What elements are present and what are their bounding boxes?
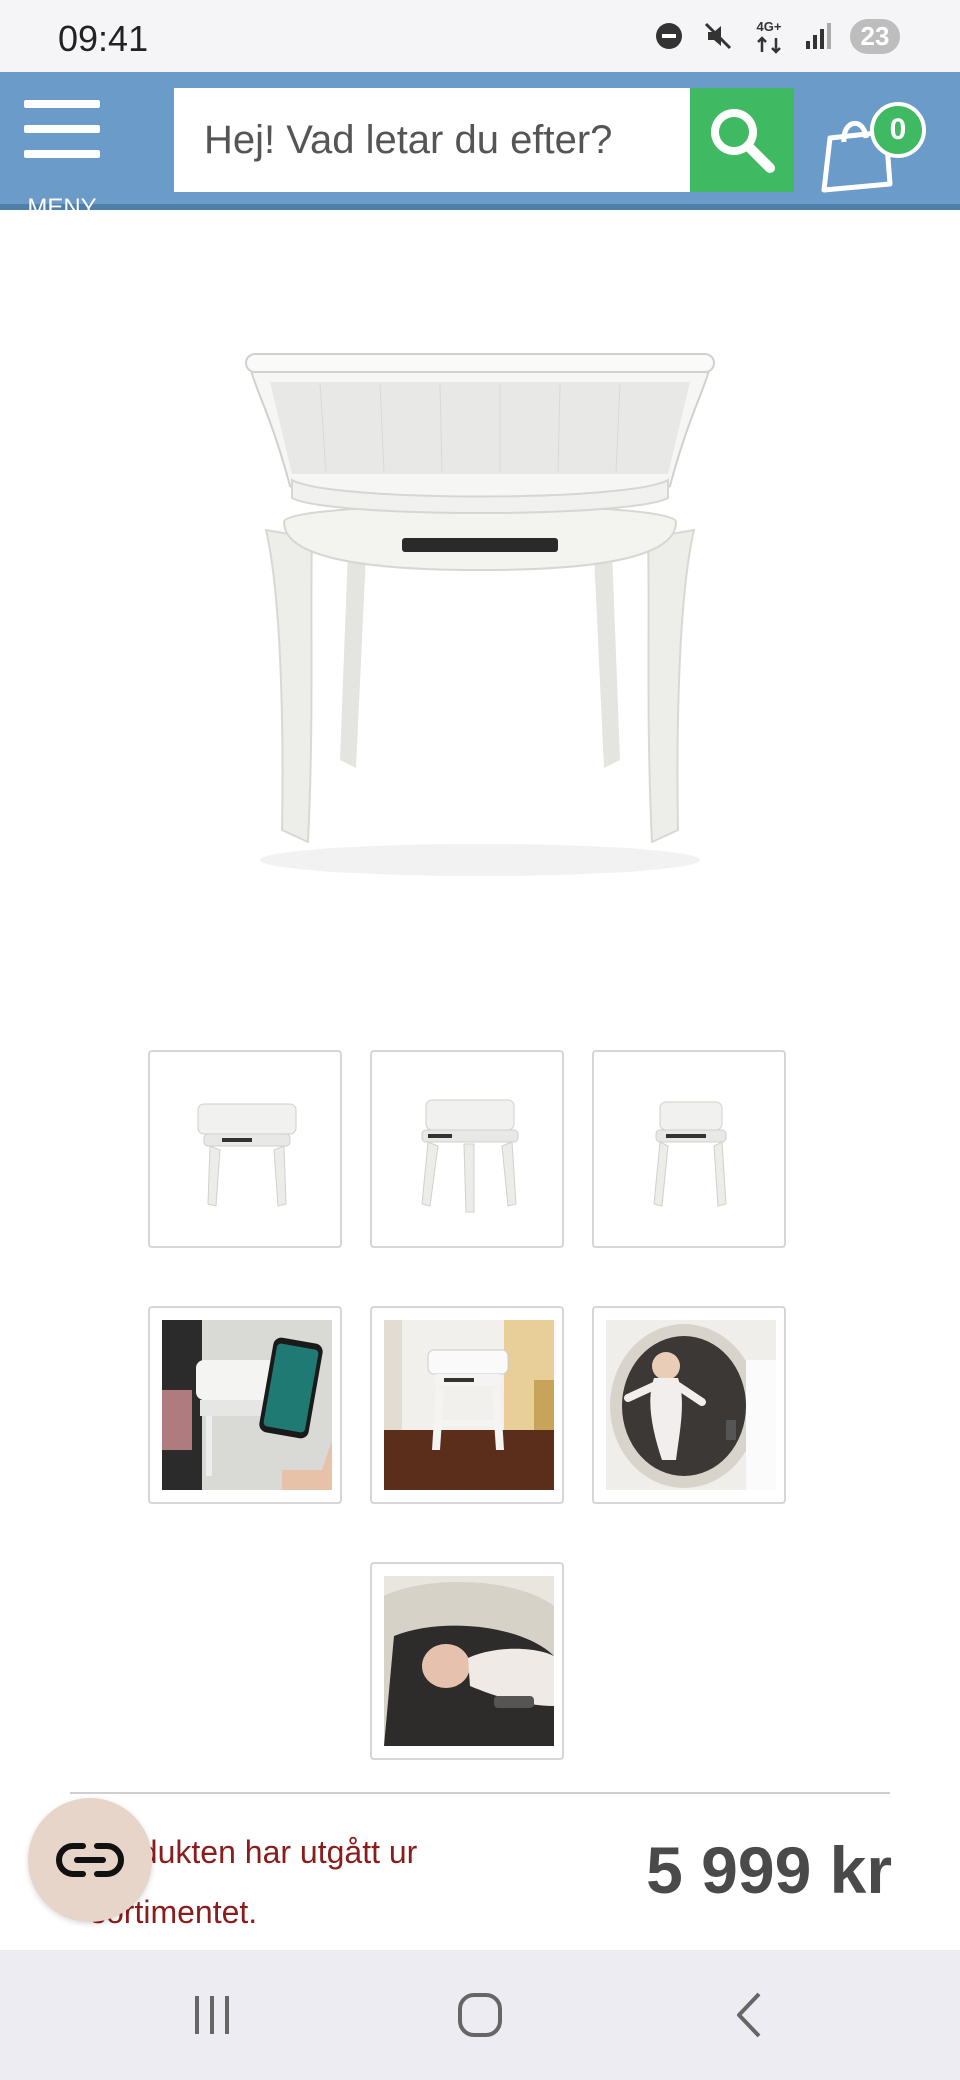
thumbnail-bassinet-angle[interactable] [370,1050,564,1248]
thumbnail-bassinet-front[interactable] [148,1050,342,1248]
link-toggle-icon [56,1843,124,1877]
section-divider [70,1792,890,1794]
home-button[interactable] [430,1980,530,2050]
status-bar: 09:41 4G+ 23 [0,0,960,72]
thumbnail-baby-topview[interactable] [592,1306,786,1504]
system-nav-bar [0,1950,960,2080]
search-bar [174,88,794,192]
search-input[interactable] [174,88,688,192]
thumbnail-app-phone[interactable] [148,1306,342,1504]
status-time: 09:41 [58,18,149,59]
main-product-image[interactable] [180,290,780,910]
menu-button[interactable]: MENY [18,90,106,221]
do-not-disturb-icon [654,21,684,51]
svg-text:4G+: 4G+ [757,19,782,34]
search-icon [711,109,775,173]
back-icon [737,1992,761,2038]
recent-apps-button[interactable] [162,1980,262,2050]
thumbnail-bassinet-room[interactable] [370,1306,564,1504]
status-icons: 4G+ 23 [654,16,900,56]
site-header: MENY 0 [0,72,960,221]
discontinued-notice: Produkten har utgått ur sortimentet. [90,1834,418,1930]
cart-button[interactable]: 0 [820,96,940,196]
recent-apps-icon [195,1996,229,2034]
network-4g-icon: 4G+ [752,18,786,54]
menu-label: MENY [27,194,97,221]
thumbnail-bassinet-side[interactable] [592,1050,786,1248]
home-icon [458,1993,502,2037]
accessibility-button[interactable] [28,1798,152,1922]
thumbnail-baby-sleeping[interactable] [370,1562,564,1760]
back-button[interactable] [700,1980,800,2050]
cart-count-badge: 0 [870,102,926,158]
hamburger-icon [24,100,100,175]
notification-count: 23 [850,18,900,54]
product-price: 5 999 kr [646,1833,892,1907]
mute-icon [702,20,734,52]
signal-icon [804,21,832,51]
search-button[interactable] [690,88,794,192]
